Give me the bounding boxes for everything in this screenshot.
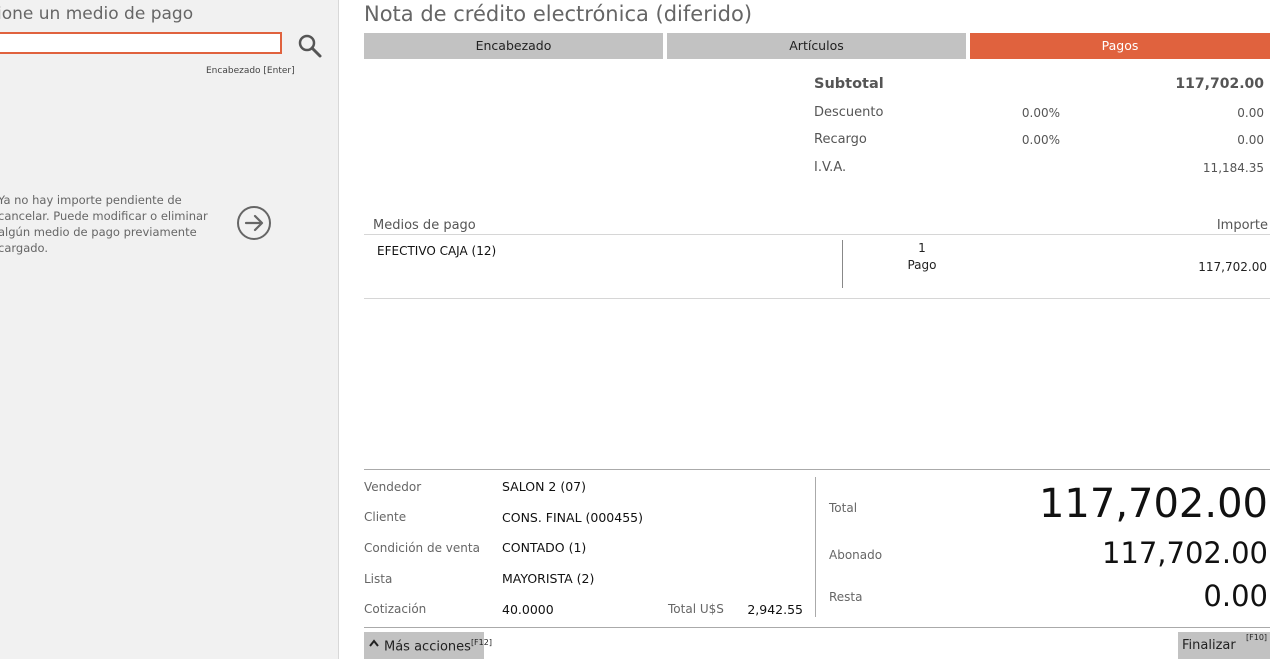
descuento-label: Descuento <box>814 105 884 120</box>
resta-value: 0.00 <box>1203 579 1268 613</box>
subtotal-label: Subtotal <box>814 76 884 92</box>
cliente-value: CONS. FINAL (000455) <box>502 510 643 525</box>
payment-method-name: EFECTIVO CAJA (12) <box>377 244 497 258</box>
table-row[interactable] <box>364 236 1270 296</box>
tab-articulos[interactable]: Artículos <box>667 33 966 59</box>
total-usd-value: 2,942.55 <box>747 602 803 617</box>
subtotal-value: 117,702.00 <box>1175 76 1264 92</box>
cotizacion-value: 40.0000 <box>502 602 554 617</box>
lista-label: Lista <box>364 572 393 586</box>
payment-method-search-input[interactable] <box>0 32 282 54</box>
vendedor-value: SALON 2 (07) <box>502 479 586 494</box>
tab-encabezado[interactable]: Encabezado <box>364 33 663 59</box>
amount-column-header: Importe <box>1216 218 1268 233</box>
vendedor-label: Vendedor <box>364 480 422 494</box>
footer-divider <box>364 627 1270 628</box>
left-panel-title: ione un medio de pago <box>0 4 194 24</box>
payment-amount: 117,702.00 <box>1198 260 1267 274</box>
recargo-label: Recargo <box>814 132 867 147</box>
resta-label: Resta <box>829 590 863 604</box>
more-actions-label: Más acciones[F12] <box>384 638 492 655</box>
chevron-up-icon <box>368 637 380 652</box>
cotizacion-label: Cotización <box>364 602 427 616</box>
descuento-value: 0.00 <box>1237 106 1264 120</box>
payment-methods-header: Medios de pago <box>373 218 476 233</box>
more-actions-button[interactable]: Más acciones[F12] <box>364 632 492 659</box>
total-usd-label: Total U$S <box>668 602 724 616</box>
row-column-divider <box>842 240 843 288</box>
more-actions-shortcut: [F12] <box>470 638 492 647</box>
lista-value: MAYORISTA (2) <box>502 571 595 586</box>
arrow-right-circle-icon[interactable] <box>236 205 272 241</box>
summary-divider <box>815 477 816 617</box>
abonado-value: 117,702.00 <box>1101 536 1268 570</box>
left-panel <box>0 0 339 659</box>
condicion-venta-value: CONTADO (1) <box>502 540 587 555</box>
condicion-venta-label: Condición de venta <box>364 541 480 555</box>
abonado-label: Abonado <box>829 548 883 562</box>
search-icon[interactable] <box>296 32 324 60</box>
finalize-shortcut: [F10] <box>1246 633 1268 642</box>
table-header-divider <box>364 234 1270 235</box>
cliente-label: Cliente <box>364 510 407 524</box>
total-label: Total <box>829 501 858 515</box>
tab-pagos[interactable]: Pagos <box>970 33 1270 59</box>
iva-label: I.V.A. <box>814 160 847 175</box>
payment-count-unit: Pago <box>907 258 937 272</box>
recargo-percent: 0.00% <box>1021 133 1060 147</box>
finalize-button[interactable]: Finalizar [F10] <box>1178 632 1270 659</box>
iva-value: 11,184.35 <box>1202 161 1264 175</box>
table-row-divider <box>364 298 1270 299</box>
enter-shortcut-hint: Encabezado [Enter] <box>206 66 295 76</box>
bottom-section-divider <box>364 469 1270 470</box>
payment-count: 1 <box>918 241 926 255</box>
descuento-percent: 0.00% <box>1021 106 1060 120</box>
finalize-label: Finalizar <box>1182 638 1236 653</box>
recargo-value: 0.00 <box>1237 133 1264 147</box>
no-pending-amount-message: Ya no hay importe pendiente de cancelar.… <box>0 193 208 255</box>
document-title: Nota de crédito electrónica (diferido) <box>364 2 753 26</box>
total-value: 117,702.00 <box>1038 481 1268 527</box>
